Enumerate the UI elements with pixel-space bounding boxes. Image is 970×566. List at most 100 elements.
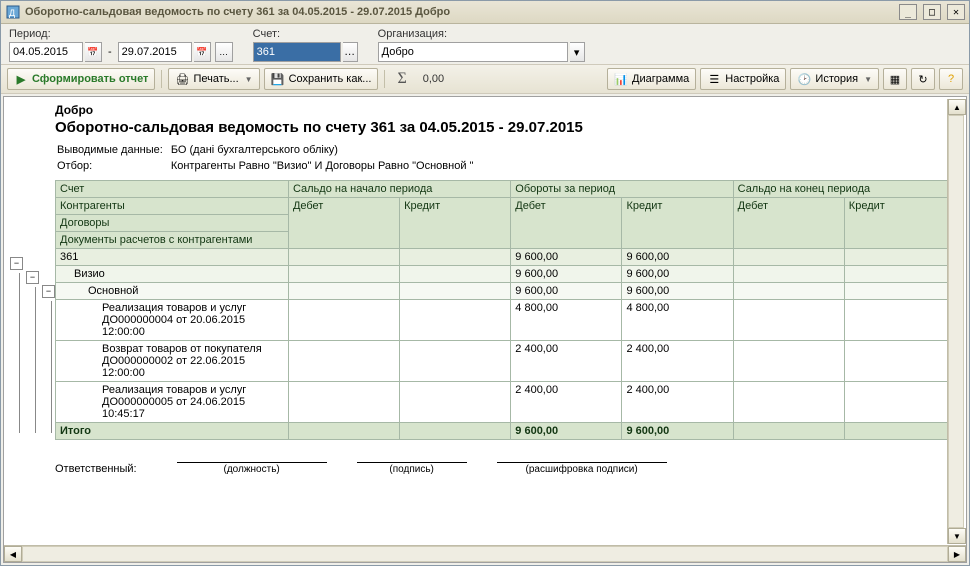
cell-td: 9 600,00 bbox=[511, 249, 622, 266]
svg-text:Д: Д bbox=[9, 8, 15, 18]
save-as-button[interactable]: 💾 Сохранить как... bbox=[264, 68, 379, 90]
table-row[interactable]: Визио9 600,009 600,00 bbox=[56, 266, 956, 283]
vertical-scrollbar[interactable]: ▲ ▼ bbox=[947, 99, 964, 544]
help-button[interactable]: ? bbox=[939, 68, 963, 90]
outline-collapse-button[interactable]: − bbox=[42, 285, 55, 298]
table-icon: ▦ bbox=[888, 72, 902, 86]
table-row[interactable]: Реализация товаров и услуг ДО000000004 о… bbox=[56, 300, 956, 341]
print-button[interactable]: 🖨 Печать... ▼ bbox=[168, 68, 259, 90]
history-button[interactable]: 🕑 История ▼ bbox=[790, 68, 879, 90]
action2-button[interactable]: ↻ bbox=[911, 68, 935, 90]
row-name: Визио bbox=[56, 266, 289, 283]
scroll-down-button[interactable]: ▼ bbox=[948, 528, 966, 544]
minimize-button[interactable]: _ bbox=[899, 4, 917, 20]
col-td: Дебет bbox=[511, 198, 622, 249]
col-contracts: Договоры bbox=[56, 215, 289, 232]
disk-icon: 💾 bbox=[271, 72, 285, 86]
date-to-calendar-button[interactable]: 📅 bbox=[194, 42, 211, 62]
cell-ec bbox=[844, 283, 955, 300]
scroll-left-button[interactable]: ◀ bbox=[4, 546, 22, 562]
date-from-calendar-button[interactable]: 📅 bbox=[85, 42, 102, 62]
cell-sc bbox=[400, 341, 511, 382]
cell-ed bbox=[733, 300, 844, 341]
sig-signature: (подпись) bbox=[389, 464, 433, 475]
account-input[interactable]: 361 bbox=[253, 42, 341, 62]
cell-sd bbox=[288, 382, 399, 423]
cell-td: 9 600,00 bbox=[511, 283, 622, 300]
account-label: Счет: bbox=[253, 28, 358, 40]
settings-button[interactable]: ☰ Настройка bbox=[700, 68, 786, 90]
close-button[interactable]: ✕ bbox=[947, 4, 965, 20]
total-tc: 9 600,00 bbox=[622, 423, 733, 440]
report-table: Счет Сальдо на начало периода Обороты за… bbox=[55, 180, 956, 440]
row-name: Реализация товаров и услуг ДО000000004 о… bbox=[56, 300, 289, 341]
cell-td: 4 800,00 bbox=[511, 300, 622, 341]
cell-tc: 9 600,00 bbox=[622, 283, 733, 300]
date-to-input[interactable]: 29.07.2015 bbox=[118, 42, 192, 62]
cell-tc: 9 600,00 bbox=[622, 249, 733, 266]
report-meta: Выводимые данные: БО (дані бухгалтерсько… bbox=[55, 142, 481, 176]
period-choose-button[interactable]: … bbox=[215, 42, 233, 62]
table-row[interactable]: Возврат товаров от покупателя ДО00000000… bbox=[56, 341, 956, 382]
horizontal-scrollbar[interactable]: ◀ ▶ bbox=[4, 545, 966, 562]
cell-sc bbox=[400, 249, 511, 266]
col-contr: Контрагенты bbox=[56, 198, 289, 215]
account-choose-button[interactable]: … bbox=[343, 42, 358, 62]
chevron-down-icon: ▼ bbox=[245, 75, 253, 84]
app-window: Д Оборотно-сальдовая ведомость по счету … bbox=[0, 0, 970, 566]
cell-sd bbox=[288, 283, 399, 300]
params-panel: Период: 04.05.2015 📅 - 29.07.2015 📅 … Сч… bbox=[1, 24, 969, 64]
row-name: Реализация товаров и услуг ДО000000005 о… bbox=[56, 382, 289, 423]
sig-position: (должность) bbox=[224, 464, 280, 475]
cell-ed bbox=[733, 249, 844, 266]
org-input[interactable]: Добро bbox=[378, 42, 568, 62]
sig-fullname: (расшифровка подписи) bbox=[526, 464, 638, 475]
outline-collapse-button[interactable]: − bbox=[26, 271, 39, 284]
chevron-down-icon: ▼ bbox=[864, 75, 872, 84]
cell-ec bbox=[844, 266, 955, 283]
action1-button[interactable]: ▦ bbox=[883, 68, 907, 90]
row-name: Основной bbox=[56, 283, 289, 300]
org-dropdown-button[interactable]: ▾ bbox=[570, 42, 585, 62]
col-start: Сальдо на начало периода bbox=[288, 181, 510, 198]
report-content: Добро Оборотно-сальдовая ведомость по сч… bbox=[55, 97, 966, 545]
cell-tc: 2 400,00 bbox=[622, 382, 733, 423]
col-turn: Обороты за период bbox=[511, 181, 733, 198]
list-icon: ☰ bbox=[707, 72, 721, 86]
col-ed: Дебет bbox=[733, 198, 844, 249]
col-docs: Документы расчетов с контрагентами bbox=[56, 232, 289, 249]
form-report-button[interactable]: ▶ Сформировать отчет bbox=[7, 68, 155, 90]
play-icon: ▶ bbox=[14, 72, 28, 86]
out-data-value: БО (дані бухгалтерського обліку) bbox=[171, 144, 480, 158]
maximize-button[interactable]: □ bbox=[923, 4, 941, 20]
cell-ed bbox=[733, 266, 844, 283]
row-name: Возврат товаров от покупателя ДО00000000… bbox=[56, 341, 289, 382]
col-ec: Кредит bbox=[844, 198, 955, 249]
org-label: Организация: bbox=[378, 28, 585, 40]
scroll-right-button[interactable]: ▶ bbox=[948, 546, 966, 562]
chart-icon: 📊 bbox=[614, 72, 628, 86]
table-row[interactable]: 3619 600,009 600,00 bbox=[56, 249, 956, 266]
diagram-button[interactable]: 📊 Диаграмма bbox=[607, 68, 696, 90]
outline-gutter: − − − bbox=[4, 97, 55, 545]
period-label: Период: bbox=[9, 28, 233, 40]
help-icon: ? bbox=[944, 72, 958, 86]
outline-collapse-button[interactable]: − bbox=[10, 257, 23, 270]
total-label: Итого bbox=[56, 423, 289, 440]
table-row[interactable]: Реализация товаров и услуг ДО000000005 о… bbox=[56, 382, 956, 423]
toolbar: ▶ Сформировать отчет 🖨 Печать... ▼ 💾 Сох… bbox=[1, 64, 969, 94]
cell-td: 2 400,00 bbox=[511, 382, 622, 423]
cell-ec bbox=[844, 341, 955, 382]
out-data-label: Выводимые данные: bbox=[57, 144, 169, 158]
scroll-up-button[interactable]: ▲ bbox=[948, 99, 966, 115]
date-from-input[interactable]: 04.05.2015 bbox=[9, 42, 83, 62]
sum-icon: Σ bbox=[391, 70, 412, 88]
signature-block: Ответственный: (должность) (подпись) (ра… bbox=[55, 462, 956, 475]
history-icon: 🕑 bbox=[797, 72, 811, 86]
window-title: Оборотно-сальдовая ведомость по счету 36… bbox=[25, 6, 899, 18]
cell-sc bbox=[400, 300, 511, 341]
col-account: Счет bbox=[56, 181, 289, 198]
table-row[interactable]: Основной 9 600,009 600,00 bbox=[56, 283, 956, 300]
cell-tc: 4 800,00 bbox=[622, 300, 733, 341]
cell-ed bbox=[733, 341, 844, 382]
